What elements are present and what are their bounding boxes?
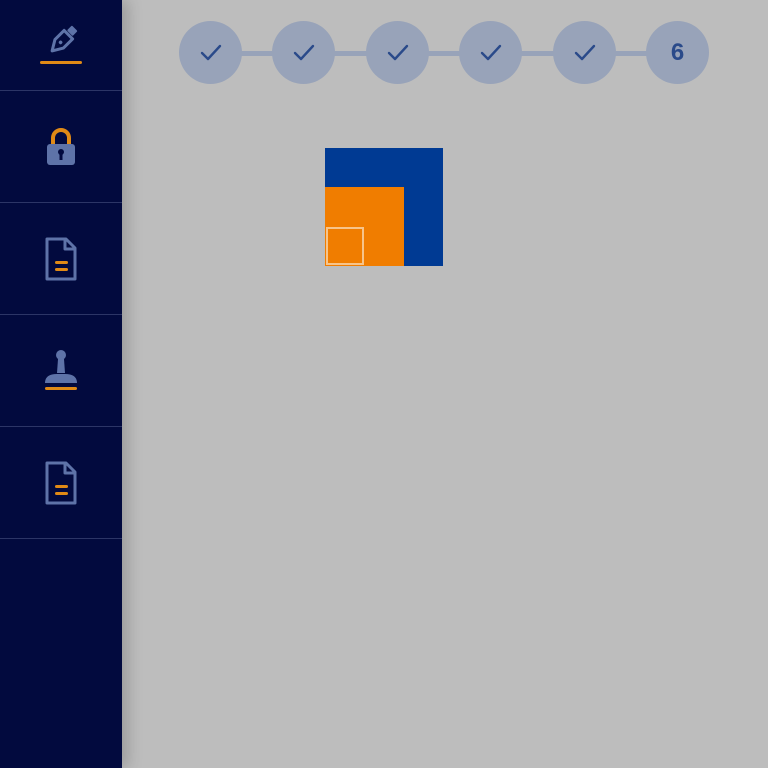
pen-sign-icon: [37, 21, 85, 69]
step-1[interactable]: [179, 21, 242, 84]
check-icon: [200, 44, 221, 60]
app-root: 6: [0, 0, 768, 768]
sidebar-item-document[interactable]: [0, 203, 122, 315]
step-4[interactable]: [459, 21, 522, 84]
stamp-icon: [37, 347, 85, 395]
step-5[interactable]: [553, 21, 616, 84]
main-content: 6: [122, 0, 768, 768]
progress-stepper: 6: [179, 21, 709, 84]
nested-squares-logo: [325, 148, 443, 266]
check-icon: [387, 44, 408, 60]
sidebar: [0, 0, 122, 768]
sidebar-item-sign[interactable]: [0, 0, 122, 91]
step-2[interactable]: [272, 21, 335, 84]
check-icon: [293, 44, 314, 60]
step-6[interactable]: 6: [646, 21, 709, 84]
document-icon: [37, 235, 85, 283]
check-icon: [480, 44, 501, 60]
sidebar-item-stamp[interactable]: [0, 315, 122, 427]
step-3[interactable]: [366, 21, 429, 84]
sidebar-item-security[interactable]: [0, 91, 122, 203]
lock-icon: [37, 123, 85, 171]
check-icon: [574, 44, 595, 60]
step-number: 6: [670, 38, 685, 66]
sidebar-item-document-2[interactable]: [0, 427, 122, 539]
document-icon: [37, 459, 85, 507]
